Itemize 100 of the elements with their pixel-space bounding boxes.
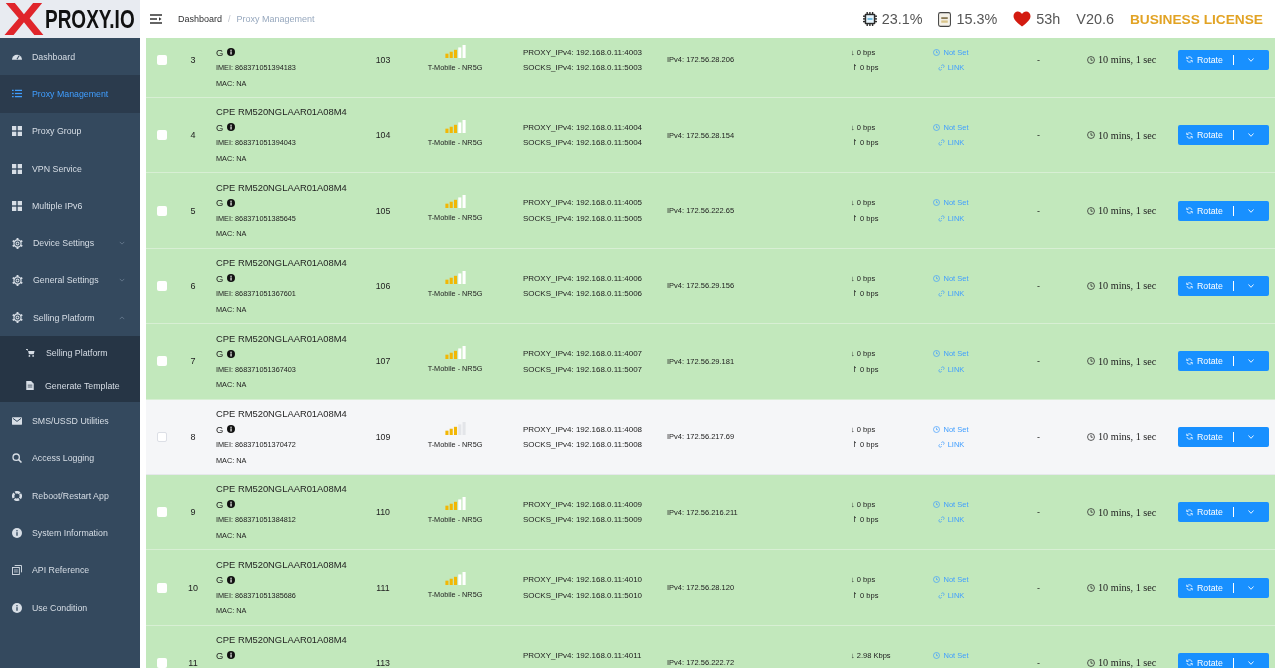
dropdown-button[interactable] xyxy=(1233,125,1269,146)
sidebar-item[interactable]: Use Condition xyxy=(0,588,140,627)
rotate-button[interactable]: Rotate xyxy=(1178,351,1233,372)
sidebar-item[interactable]: Proxy Group xyxy=(0,112,140,150)
dropdown-button[interactable] xyxy=(1233,275,1269,296)
info-icon xyxy=(227,500,236,509)
socks-address: SOCKS_IPv4: 192.168.0.11:5003 xyxy=(523,63,643,73)
clock-icon xyxy=(933,576,941,584)
rotate-button[interactable]: Rotate xyxy=(1178,502,1233,523)
port-number: 106 xyxy=(375,280,391,291)
link-icon xyxy=(937,290,945,298)
row-checkbox[interactable] xyxy=(157,582,167,593)
clock-icon xyxy=(1087,432,1095,441)
menu-icon[interactable] xyxy=(150,14,162,24)
row-checkbox[interactable] xyxy=(157,507,167,518)
row-checkbox[interactable] xyxy=(157,431,167,442)
model-name: G xyxy=(216,46,224,58)
model-name: G xyxy=(216,649,224,661)
socks-address: SOCKS_IPv4: 192.168.0.11:5006 xyxy=(523,289,643,299)
empty-value: - xyxy=(1037,582,1040,593)
rotate-button[interactable]: Rotate xyxy=(1178,275,1233,296)
cpu-usage: 23.1% xyxy=(881,11,923,27)
sidebar-subitem[interactable]: Generate Template xyxy=(0,369,140,403)
row-checkbox[interactable] xyxy=(157,130,167,141)
gear-icon xyxy=(12,274,23,286)
dropdown-button[interactable] xyxy=(1233,200,1269,221)
sidebar-item[interactable]: Multiple IPv6 xyxy=(0,187,140,225)
info-icon xyxy=(227,425,236,433)
rotate-button[interactable]: Rotate xyxy=(1178,652,1233,668)
clock-icon xyxy=(933,651,941,659)
rotate-button[interactable]: Rotate xyxy=(1178,49,1233,70)
cart-icon xyxy=(26,348,35,357)
row-number: 3 xyxy=(190,54,196,65)
signal-bars-icon xyxy=(444,572,466,586)
port-number: 104 xyxy=(375,130,391,141)
refresh-icon xyxy=(1186,433,1193,441)
row-number: 10 xyxy=(188,582,198,593)
caret-icon xyxy=(1248,359,1254,364)
refresh-icon xyxy=(1186,207,1193,215)
row-checkbox[interactable] xyxy=(157,280,167,291)
dropdown-button[interactable] xyxy=(1233,502,1269,523)
memory-card-icon xyxy=(938,11,952,27)
link-icon xyxy=(937,365,945,373)
caret-icon xyxy=(1248,510,1254,515)
empty-value: - xyxy=(1037,431,1040,442)
version-label: V20.6 xyxy=(1076,11,1114,27)
socks-address: SOCKS_IPv4: 192.168.0.11:5010 xyxy=(523,590,643,600)
signal-bars-icon xyxy=(444,496,466,510)
sidebar-item[interactable]: General Settings xyxy=(0,261,140,300)
empty-value: - xyxy=(1037,356,1040,367)
refresh-icon xyxy=(1186,282,1193,290)
info-icon xyxy=(227,349,236,358)
link-icon xyxy=(937,441,945,448)
sidebar-item[interactable]: SMS/USSD Utilities xyxy=(0,402,140,440)
refresh-icon xyxy=(1186,659,1193,667)
dropdown-button[interactable] xyxy=(1233,577,1269,598)
row-checkbox[interactable] xyxy=(157,54,167,65)
sidebar-subitem[interactable]: Selling Platform xyxy=(0,336,140,370)
elapsed-time: 10 mins, 1 sec xyxy=(1098,657,1157,668)
rotate-button[interactable]: Rotate xyxy=(1178,200,1233,221)
dropdown-button[interactable] xyxy=(1233,49,1269,70)
sidebar-item[interactable]: Selling Platform xyxy=(0,299,140,337)
search-icon xyxy=(12,453,22,464)
link-icon xyxy=(937,214,945,222)
row-number: 6 xyxy=(190,280,196,291)
row-checkbox[interactable] xyxy=(157,356,167,367)
refresh-icon xyxy=(1186,56,1193,64)
signal-bars-icon xyxy=(444,421,466,435)
dropdown-button[interactable] xyxy=(1233,426,1269,447)
row-checkbox[interactable] xyxy=(157,657,167,668)
row-number: 11 xyxy=(188,657,198,668)
sidebar-item[interactable]: VPN Service xyxy=(0,149,140,188)
port-number: 103 xyxy=(375,54,391,65)
dropdown-button[interactable] xyxy=(1233,351,1269,372)
sidebar-item[interactable]: Proxy Management xyxy=(0,75,140,113)
grid-icon xyxy=(12,200,22,211)
port-number: 105 xyxy=(375,205,391,216)
sidebar-item[interactable]: API Reference xyxy=(0,551,140,589)
rotate-button[interactable]: Rotate xyxy=(1178,577,1233,598)
sidebar-item[interactable]: Reboot/Restart App xyxy=(0,476,140,515)
elapsed-time: 10 mins, 1 sec xyxy=(1098,205,1157,217)
row-number: 4 xyxy=(190,130,196,141)
sidebar-item[interactable]: Dashboard xyxy=(0,38,140,76)
sidebar-item[interactable]: System Information xyxy=(0,514,140,552)
link-icon xyxy=(937,591,945,599)
refresh-icon xyxy=(1186,584,1193,592)
sidebar-item[interactable]: Access Logging xyxy=(0,439,140,477)
gear-icon xyxy=(12,312,23,324)
proxy-address: PROXY_IPv4: 192.168.0.11:4009 xyxy=(523,499,643,509)
empty-value: - xyxy=(1037,280,1040,291)
row-number: 5 xyxy=(190,205,196,216)
breadcrumb-link[interactable]: Dashboard xyxy=(178,14,223,24)
elapsed-time: 10 mins, 1 sec xyxy=(1098,54,1157,66)
rotate-button[interactable]: Rotate xyxy=(1178,125,1233,146)
row-checkbox[interactable] xyxy=(157,205,167,216)
elapsed-time: 10 mins, 1 sec xyxy=(1098,129,1157,141)
row-number: 8 xyxy=(190,431,196,442)
dropdown-button[interactable] xyxy=(1233,652,1269,668)
sidebar-item[interactable]: Device Settings xyxy=(0,224,140,262)
rotate-button[interactable]: Rotate xyxy=(1178,426,1233,447)
